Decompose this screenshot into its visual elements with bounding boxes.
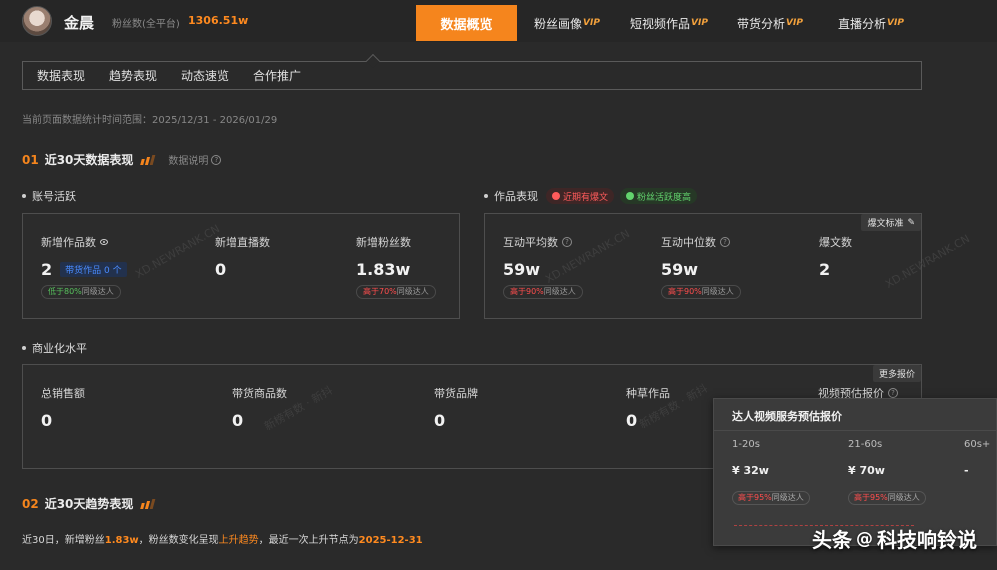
subtab-dynamic-overview[interactable]: 动态速览: [181, 67, 229, 84]
hot-article-tag: 近期有爆文: [546, 188, 615, 204]
question-icon[interactable]: ?: [888, 388, 898, 398]
sales-works-badge: 带货作品 0 个: [60, 262, 127, 277]
avatar[interactable]: [22, 6, 52, 36]
compare-badge: 高于90%同级达人: [503, 285, 583, 299]
more-quotes-button[interactable]: 更多报价: [872, 365, 921, 382]
tab-short-video[interactable]: 短视频作品 VIP: [630, 5, 708, 41]
date-range-text: 当前页面数据统计时间范围：2025/12/31 - 2026/01/29: [22, 115, 278, 126]
tab-live-analysis[interactable]: 直播分析 VIP: [838, 5, 904, 41]
quote-col-1-20s: 1-20s ¥ 32w 高于95%同级达人: [732, 439, 810, 505]
subtab-cooperation[interactable]: 合作推广: [253, 67, 301, 84]
sub-tabs: 数据表现 趋势表现 动态速览 合作推广: [22, 61, 922, 90]
metric-sales-brands: 带货品牌 0: [434, 387, 478, 430]
account-activity-heading: 账号活跃: [22, 188, 76, 204]
toutiao-watermark: 头条 @ 科技响铃说: [812, 528, 977, 552]
vip-badge: VIP: [887, 18, 904, 28]
question-icon[interactable]: ?: [720, 237, 730, 247]
top-bar: 金晨 粉丝数(全平台) 1306.51w 数据概览 粉丝画像 VIP 短视频作品 V…: [0, 0, 997, 42]
question-icon: ?: [211, 154, 222, 165]
section-title-30d-data: 01 近30天数据表现 数据说明 ?: [22, 151, 222, 168]
edit-icon: ✎: [907, 217, 915, 228]
quote-col-21-60s: 21-60s ¥ 70w 高于95%同级达人: [848, 439, 926, 505]
vip-badge: VIP: [583, 18, 600, 28]
vip-badge: VIP: [691, 18, 708, 28]
metric-new-fans: 新增粉丝数 1.83w 高于70%同级达人: [356, 234, 436, 299]
compare-badge: 高于95%同级达人: [848, 491, 926, 505]
compare-badge: 高于95%同级达人: [732, 491, 810, 505]
works-performance-heading: 作品表现 近期有爆文 粉丝活跃度高: [484, 188, 698, 204]
user-icon: [626, 192, 635, 200]
works-performance-panel: 爆文标准 ✎ 互动平均数? 59w 高于90%同级达人 互动中位数? 59w 高于…: [484, 213, 922, 319]
tab-data-overview[interactable]: 数据概览: [416, 5, 517, 41]
bullet-icon: [484, 194, 488, 198]
fans-label: 粉丝数(全平台): [112, 19, 180, 30]
metric-median-interaction: 互动中位数? 59w 高于90%同级达人: [661, 234, 741, 299]
bars-icon: [140, 154, 156, 165]
metric-new-lives: 新增直播数 0: [215, 236, 270, 279]
vip-badge: VIP: [786, 18, 803, 28]
hot-standard-button[interactable]: 爆文标准 ✎: [861, 214, 921, 231]
subtab-trend-performance[interactable]: 趋势表现: [109, 67, 157, 84]
metric-hot-count: 爆文数 2: [819, 236, 852, 279]
trend-summary: 近30日，新增粉丝1.83w，粉丝数变化呈现上升趋势，最近一次上升节点为2025…: [22, 535, 423, 546]
fire-icon: [552, 192, 560, 200]
user-name: 金晨: [64, 14, 95, 32]
bullet-icon: [22, 194, 26, 198]
fans-value: 1306.51w: [188, 14, 249, 27]
compare-badge: 高于90%同级达人: [661, 285, 741, 299]
eye-icon[interactable]: [100, 239, 108, 245]
compare-badge: 高于70%同级达人: [356, 285, 436, 299]
data-explain-link[interactable]: 数据说明 ?: [168, 152, 222, 167]
quote-col-60s-plus: 60s+ -: [964, 439, 991, 477]
subtab-data-performance[interactable]: 数据表现: [37, 67, 85, 84]
account-activity-panel: 新增作品数 2 带货作品 0 个 低于80%同级达人 新增直播数 0 新增粉丝数 …: [22, 213, 460, 319]
fans-active-tag: 粉丝活跃度高: [620, 188, 698, 204]
metric-new-works: 新增作品数 2 带货作品 0 个 低于80%同级达人: [41, 234, 127, 299]
tab-sales-analysis[interactable]: 带货分析 VIP: [737, 5, 803, 41]
popup-title: 达人视频服务预估报价: [714, 399, 996, 431]
question-icon[interactable]: ?: [562, 237, 572, 247]
section-title-30d-trend: 02 近30天趋势表现: [22, 495, 156, 512]
tab-fans-profile[interactable]: 粉丝画像 VIP: [534, 5, 600, 41]
bullet-icon: [22, 346, 26, 350]
metric-total-sales: 总销售额 0: [41, 387, 85, 430]
bars-icon: [140, 498, 156, 509]
compare-badge: 低于80%同级达人: [41, 285, 121, 299]
commerce-heading: 商业化水平: [22, 340, 87, 356]
